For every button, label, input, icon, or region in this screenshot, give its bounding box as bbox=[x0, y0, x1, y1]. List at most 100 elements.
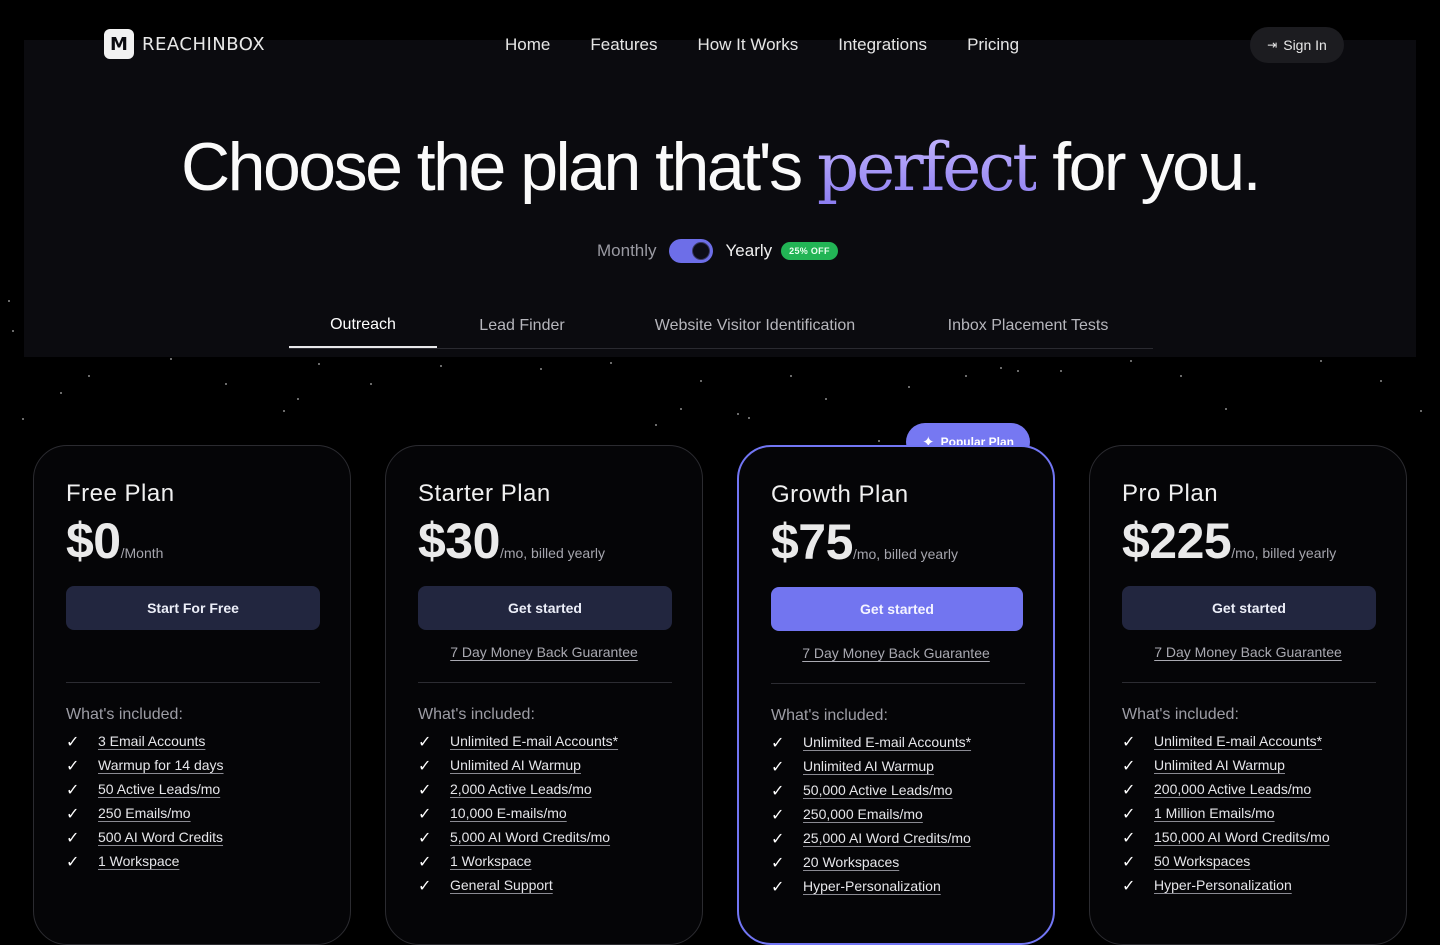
feature-text[interactable]: Unlimited E-mail Accounts* bbox=[450, 733, 618, 749]
tab-website-visitor-identification[interactable]: Website Visitor Identification bbox=[607, 304, 903, 348]
plan-price: $30 bbox=[418, 513, 500, 569]
whats-included-label: What's included: bbox=[1122, 706, 1239, 723]
star-dot bbox=[88, 375, 90, 377]
get-started-button[interactable]: Get started bbox=[771, 587, 1023, 631]
star-dot bbox=[297, 398, 299, 400]
feature-text[interactable]: Unlimited AI Warmup bbox=[450, 757, 581, 773]
check-icon: ✓ bbox=[66, 779, 80, 799]
feature-text[interactable]: 1 Workspace bbox=[450, 853, 531, 869]
nav-home[interactable]: Home bbox=[505, 35, 550, 55]
brand-name: REACHINBOX bbox=[142, 33, 266, 55]
star-dot bbox=[878, 440, 880, 442]
feature-list: ✓ Unlimited E-mail Accounts* ✓ Unlimited A… bbox=[771, 730, 971, 898]
feature-text[interactable]: 50 Active Leads/mo bbox=[98, 781, 220, 797]
monthly-label[interactable]: Monthly bbox=[597, 241, 657, 261]
star-dot bbox=[540, 368, 542, 370]
card-divider bbox=[1122, 682, 1376, 683]
feature-text[interactable]: 50,000 Active Leads/mo bbox=[803, 782, 952, 798]
get-started-button[interactable]: Get started bbox=[418, 586, 672, 630]
star-dot bbox=[1420, 410, 1422, 412]
check-icon: ✓ bbox=[418, 731, 432, 751]
feature-list: ✓ Unlimited E-mail Accounts* ✓ Unlimited A… bbox=[418, 729, 618, 897]
toggle-knob bbox=[691, 242, 710, 260]
feature-item: ✓ 50,000 Active Leads/mo bbox=[771, 778, 971, 802]
check-icon: ✓ bbox=[418, 875, 432, 895]
get-started-button[interactable]: Get started bbox=[1122, 586, 1376, 630]
check-icon: ✓ bbox=[771, 876, 785, 896]
feature-item: ✓ 2,000 Active Leads/mo bbox=[418, 777, 618, 801]
price-row: $30 /mo, billed yearly bbox=[418, 512, 605, 570]
feature-text[interactable]: 1 Million Emails/mo bbox=[1154, 805, 1275, 821]
feature-text[interactable]: 150,000 AI Word Credits/mo bbox=[1154, 829, 1330, 845]
feature-text[interactable]: Hyper-Personalization bbox=[803, 878, 941, 894]
feature-text[interactable]: Unlimited AI Warmup bbox=[803, 758, 934, 774]
feature-text[interactable]: 250 Emails/mo bbox=[98, 805, 191, 821]
title-text-before: Choose the plan that's bbox=[181, 129, 817, 205]
tab-inbox-placement-tests[interactable]: Inbox Placement Tests bbox=[903, 304, 1153, 348]
money-back-guarantee-link[interactable]: 7 Day Money Back Guarantee bbox=[386, 644, 702, 660]
feature-text[interactable]: Unlimited E-mail Accounts* bbox=[803, 734, 971, 750]
sign-in-button[interactable]: ⇥ Sign In bbox=[1250, 27, 1344, 63]
plan-period: /mo, billed yearly bbox=[1231, 545, 1337, 561]
star-dot bbox=[283, 410, 285, 412]
check-icon: ✓ bbox=[418, 755, 432, 775]
star-dot bbox=[655, 424, 657, 426]
star-dot bbox=[825, 398, 827, 400]
plan-price: $0 bbox=[66, 513, 121, 569]
check-icon: ✓ bbox=[771, 828, 785, 848]
money-back-guarantee-link[interactable]: 7 Day Money Back Guarantee bbox=[739, 645, 1053, 661]
feature-text[interactable]: 250,000 Emails/mo bbox=[803, 806, 923, 822]
feature-text[interactable]: 50 Workspaces bbox=[1154, 853, 1250, 869]
feature-text[interactable]: 500 AI Word Credits bbox=[98, 829, 223, 845]
feature-text[interactable]: 20 Workspaces bbox=[803, 854, 899, 870]
plan-name: Growth Plan bbox=[771, 481, 909, 508]
brand-logo[interactable]: M REACHINBOX bbox=[104, 29, 265, 59]
feature-text[interactable]: Hyper-Personalization bbox=[1154, 877, 1292, 893]
sign-in-label: Sign In bbox=[1283, 37, 1327, 53]
plan-card-pro: Pro Plan $225 /mo, billed yearly Get sta… bbox=[1089, 445, 1407, 945]
plan-price: $75 bbox=[771, 514, 853, 570]
yearly-label[interactable]: Yearly bbox=[726, 241, 773, 261]
nav-features[interactable]: Features bbox=[590, 35, 657, 55]
check-icon: ✓ bbox=[418, 851, 432, 871]
nav-how-it-works[interactable]: How It Works bbox=[697, 35, 798, 55]
star-dot bbox=[22, 418, 24, 420]
feature-text[interactable]: Warmup for 14 days bbox=[98, 757, 224, 773]
price-row: $0 /Month bbox=[66, 512, 163, 570]
nav-integrations[interactable]: Integrations bbox=[838, 35, 927, 55]
feature-text[interactable]: 10,000 E-mails/mo bbox=[450, 805, 567, 821]
star-dot bbox=[170, 358, 172, 360]
feature-text[interactable]: 25,000 AI Word Credits/mo bbox=[803, 830, 971, 846]
nav-pricing[interactable]: Pricing bbox=[967, 35, 1019, 55]
plan-period: /mo, billed yearly bbox=[852, 546, 958, 562]
feature-text[interactable]: 5,000 AI Word Credits/mo bbox=[450, 829, 610, 845]
feature-text[interactable]: General Support bbox=[450, 877, 553, 893]
tab-outreach[interactable]: Outreach bbox=[289, 304, 437, 348]
star-dot bbox=[12, 330, 14, 332]
sign-in-icon: ⇥ bbox=[1267, 38, 1278, 52]
money-back-guarantee-link[interactable]: 7 Day Money Back Guarantee bbox=[1090, 644, 1406, 660]
feature-item: ✓ 25,000 AI Word Credits/mo bbox=[771, 826, 971, 850]
start-for-free-button[interactable]: Start For Free bbox=[66, 586, 320, 630]
check-icon: ✓ bbox=[1122, 827, 1136, 847]
plan-name: Pro Plan bbox=[1122, 480, 1219, 507]
star-dot bbox=[440, 365, 442, 367]
plan-name: Free Plan bbox=[66, 480, 175, 507]
feature-text[interactable]: 200,000 Active Leads/mo bbox=[1154, 781, 1311, 797]
feature-text[interactable]: 2,000 Active Leads/mo bbox=[450, 781, 592, 797]
feature-item: ✓ General Support bbox=[418, 873, 618, 897]
feature-text[interactable]: 3 Email Accounts bbox=[98, 733, 205, 749]
star-dot bbox=[610, 362, 612, 364]
tab-lead-finder[interactable]: Lead Finder bbox=[437, 304, 607, 348]
feature-item: ✓ Unlimited AI Warmup bbox=[1122, 753, 1330, 777]
check-icon: ✓ bbox=[1122, 755, 1136, 775]
feature-text[interactable]: Unlimited AI Warmup bbox=[1154, 757, 1285, 773]
feature-text[interactable]: Unlimited E-mail Accounts* bbox=[1154, 733, 1322, 749]
feature-text[interactable]: 1 Workspace bbox=[98, 853, 179, 869]
feature-item: ✓ 150,000 AI Word Credits/mo bbox=[1122, 825, 1330, 849]
check-icon: ✓ bbox=[66, 803, 80, 823]
check-icon: ✓ bbox=[771, 804, 785, 824]
plan-period: /mo, billed yearly bbox=[499, 545, 605, 561]
whats-included-label: What's included: bbox=[66, 706, 183, 723]
billing-toggle[interactable] bbox=[668, 239, 713, 263]
